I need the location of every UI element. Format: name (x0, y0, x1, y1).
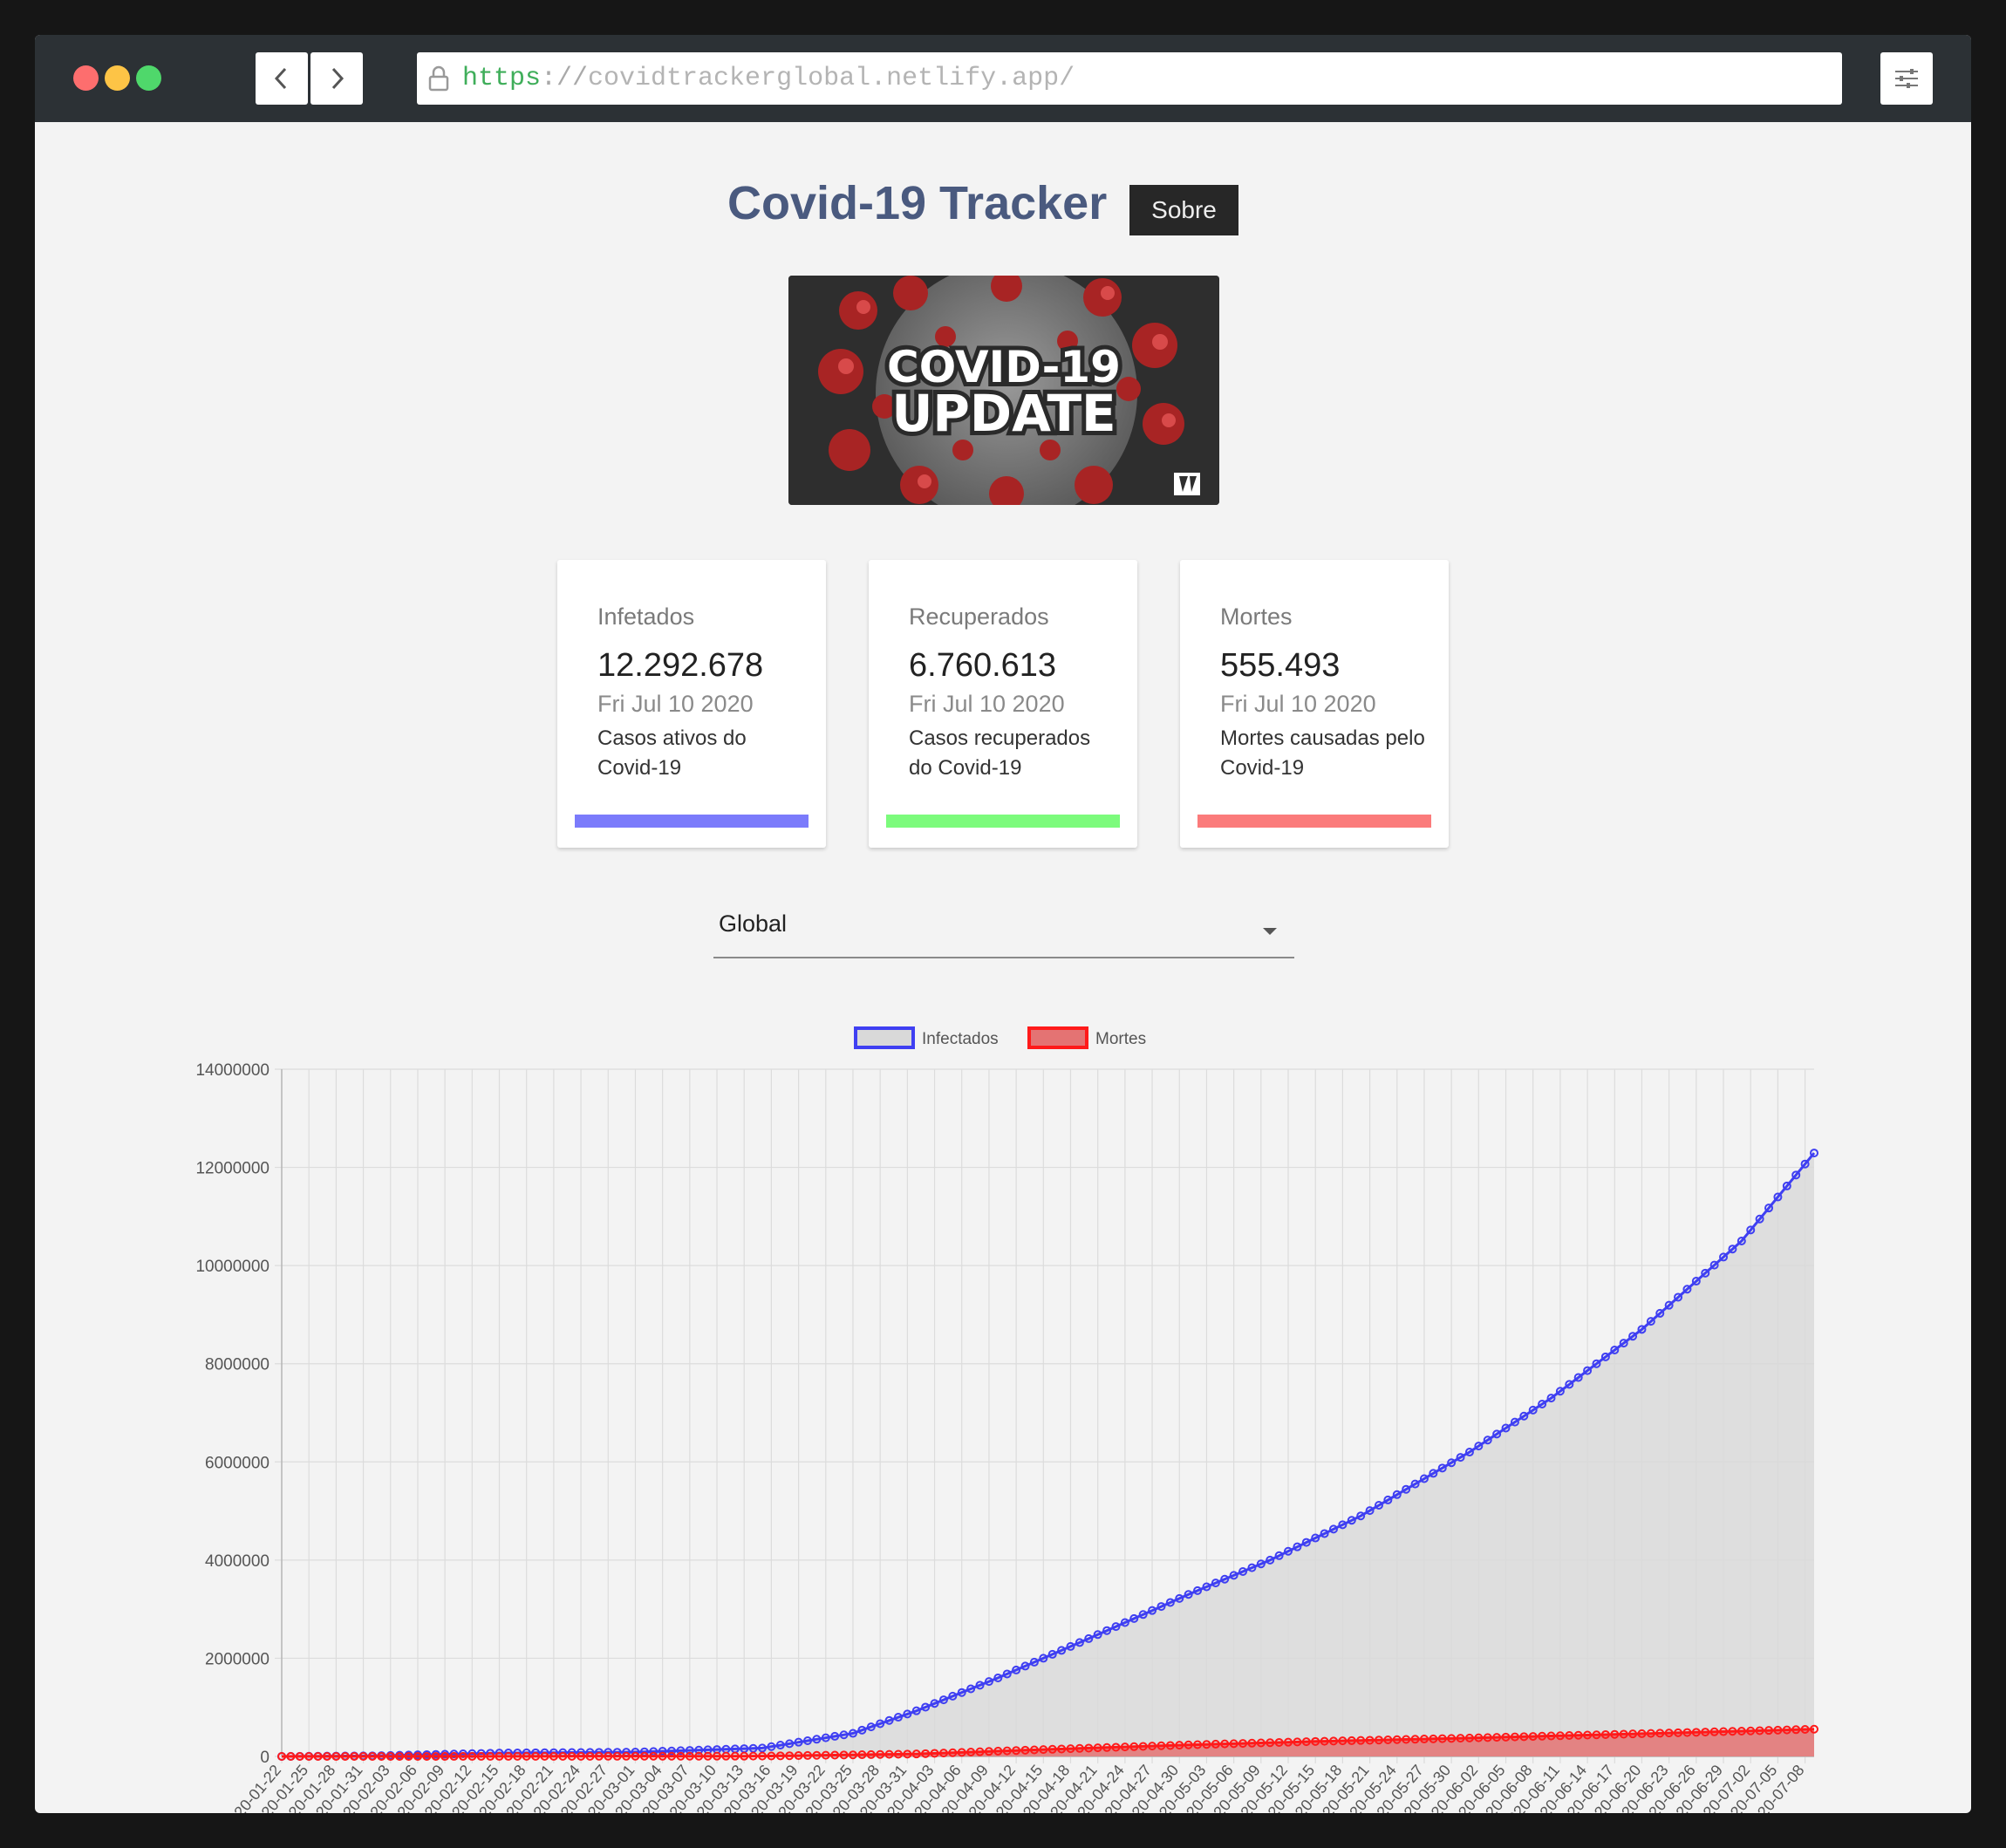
url-separator: :// (541, 64, 589, 93)
legend-swatch (854, 1026, 915, 1049)
card-date: Fri Jul 10 2020 (909, 691, 1065, 717)
lock-icon (428, 65, 449, 92)
card-date: Fri Jul 10 2020 (1220, 691, 1376, 717)
card-color-bar (886, 815, 1120, 828)
card-date: Fri Jul 10 2020 (597, 691, 754, 717)
deaths-card: Mortes 555.493 Fri Jul 10 2020 Mortes ca… (1180, 560, 1449, 848)
y-tick-label: 2000000 (205, 1650, 270, 1668)
y-tick-label: 10000000 (195, 1258, 270, 1276)
legend-swatch (1027, 1026, 1088, 1049)
legend-label: Infectados (922, 1030, 999, 1048)
maximize-window-dot[interactable] (136, 65, 161, 91)
banner-line-2: UPDATE (891, 384, 1116, 443)
url-host: covidtrackerglobal.netlify.app/ (588, 64, 1075, 93)
close-window-dot[interactable] (73, 65, 99, 91)
cases-chart: 0 2000000 4000000 6000000 8000000 10000000 120… (35, 1012, 1971, 1813)
forward-button[interactable] (310, 52, 363, 105)
card-label: Infetados (597, 603, 695, 630)
url-text: https://covidtrackerglobal.netlify.app/ (462, 52, 1075, 105)
card-label: Recuperados (909, 603, 1049, 630)
card-description: Casos recuperados do Covid-19 (909, 726, 1091, 780)
recovered-card: Recuperados 6.760.613 Fri Jul 10 2020 Ca… (869, 560, 1137, 848)
about-button[interactable]: Sobre (1129, 185, 1238, 235)
settings-button[interactable] (1880, 52, 1933, 105)
page-title: Covid-19 Tracker (727, 177, 1108, 229)
browser-toolbar: https://covidtrackerglobal.netlify.app/ (35, 35, 1971, 122)
card-value: 12.292.678 (597, 647, 764, 684)
card-description: Mortes causadas pelo Covid-19 (1220, 726, 1425, 780)
card-description: Casos ativos do Covid-19 (597, 726, 747, 780)
legend-label: Mortes (1095, 1030, 1146, 1048)
country-select-value: Global (719, 910, 788, 937)
covid-update-banner: COVID-19 COVID-19 UPDATE UPDATE (788, 276, 1219, 505)
chevron-left-icon (274, 67, 287, 90)
virus-illustration: COVID-19 COVID-19 UPDATE UPDATE (788, 276, 1219, 505)
y-tick-label: 4000000 (205, 1552, 270, 1571)
card-value: 6.760.613 (909, 647, 1057, 684)
caret-down-icon (1263, 928, 1277, 935)
infected-card: Infetados 12.292.678 Fri Jul 10 2020 Cas… (557, 560, 826, 848)
publisher-logo (1174, 473, 1200, 495)
app-header: Covid-19 Tracker Sobre (35, 122, 1971, 244)
url-protocol: https (462, 64, 542, 93)
minimize-window-dot[interactable] (105, 65, 130, 91)
card-label: Mortes (1220, 603, 1293, 630)
back-button[interactable] (256, 52, 308, 105)
card-value: 555.493 (1220, 647, 1341, 684)
card-color-bar (575, 815, 809, 828)
browser-window: https://covidtrackerglobal.netlify.app/ … (35, 35, 1971, 1813)
card-color-bar (1197, 815, 1431, 828)
infectados-area (282, 1153, 1814, 1756)
chevron-right-icon (331, 67, 345, 90)
sliders-icon (1895, 69, 1918, 88)
y-tick-label: 8000000 (205, 1356, 270, 1374)
y-tick-label: 6000000 (205, 1454, 270, 1472)
address-bar[interactable]: https://covidtrackerglobal.netlify.app/ (417, 52, 1842, 105)
y-tick-label: 12000000 (195, 1160, 270, 1178)
y-tick-label: 14000000 (195, 1061, 270, 1080)
line-chart: 0200000040000006000000800000010000000120… (195, 1026, 1818, 1813)
country-select[interactable]: Global (713, 907, 1294, 958)
